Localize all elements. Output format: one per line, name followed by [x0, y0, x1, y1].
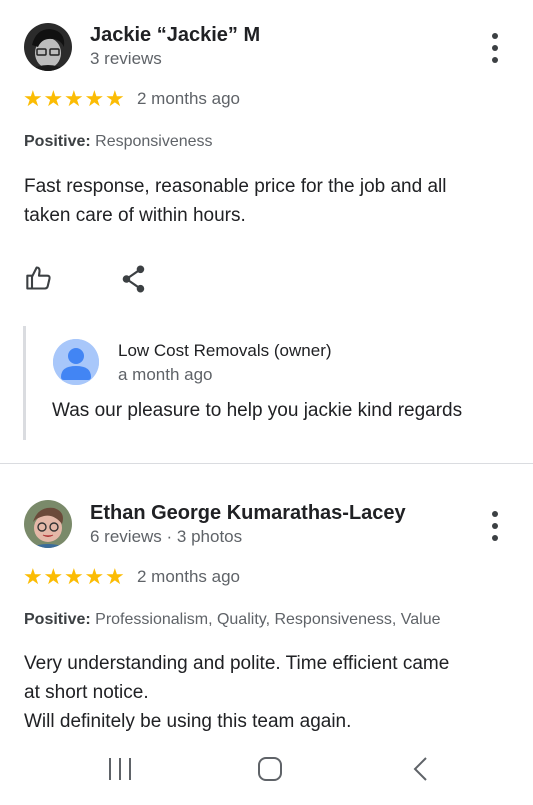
reviewer-review-count: 3 reviews [90, 49, 162, 68]
review-text-line: Will definitely be using this team again… [24, 711, 352, 732]
star-icon: ★ [105, 86, 125, 111]
review-text-line: Very understanding and polite. Time effi… [24, 653, 450, 674]
owner-name: Low Cost Removals (owner) [118, 341, 332, 360]
star-icon: ★ [23, 86, 43, 111]
more-vert-icon[interactable] [484, 33, 506, 63]
thumbs-up-icon[interactable] [25, 264, 53, 297]
owner-reply-text: Was our pleasure to help you jackie kind… [52, 400, 463, 421]
review-text-line: taken care of within hours. [24, 205, 246, 226]
owner-avatar [53, 339, 99, 385]
home-icon[interactable] [257, 756, 283, 787]
back-icon[interactable] [410, 756, 430, 787]
star-icon: ★ [43, 86, 64, 111]
star-rating: ★ ★ ★ ★ ★ [23, 88, 126, 110]
owner-reply-time: a month ago [118, 365, 213, 384]
review-divider [0, 463, 533, 464]
star-icon: ★ [64, 86, 84, 111]
owner-reply: Low Cost Removals (owner) a month ago Wa… [23, 326, 516, 440]
reviewer-name[interactable]: Ethan George Kumarathas-Lacey [90, 502, 406, 525]
star-icon: ★ [84, 86, 105, 111]
star-icon: ★ [105, 564, 125, 589]
positive-attributes: Positive: Professionalism, Quality, Resp… [24, 611, 440, 629]
review-time: 2 months ago [137, 567, 241, 586]
review-text: Fast response, reasonable price for the … [24, 172, 514, 230]
star-icon: ★ [64, 564, 84, 589]
reviewer-name[interactable]: Jackie “Jackie” M [90, 24, 260, 47]
positive-value: Responsiveness [95, 133, 213, 150]
star-rating: ★ ★ ★ ★ ★ [23, 566, 126, 588]
review-time: 2 months ago [137, 89, 241, 108]
reviewer-avatar[interactable] [24, 500, 72, 548]
positive-value: Professionalism, Quality, Responsiveness… [95, 611, 441, 628]
positive-label: Positive: [24, 133, 91, 150]
positive-label: Positive: [24, 611, 91, 628]
reviewer-review-count: 6 reviews · 3 photos [90, 527, 243, 546]
review-text-line: Fast response, reasonable price for the … [24, 176, 447, 197]
recents-icon[interactable] [106, 756, 134, 787]
star-icon: ★ [43, 564, 64, 589]
system-nav-bar [0, 738, 533, 805]
review-text: Very understanding and polite. Time effi… [24, 649, 514, 736]
positive-attributes: Positive: Responsiveness [24, 133, 213, 151]
reviewer-avatar[interactable] [24, 23, 72, 71]
star-icon: ★ [84, 564, 105, 589]
person-icon [53, 339, 99, 385]
star-icon: ★ [23, 564, 43, 589]
share-icon[interactable] [121, 265, 147, 298]
more-vert-icon[interactable] [484, 511, 506, 541]
review-text-line: at short notice. [24, 682, 149, 703]
